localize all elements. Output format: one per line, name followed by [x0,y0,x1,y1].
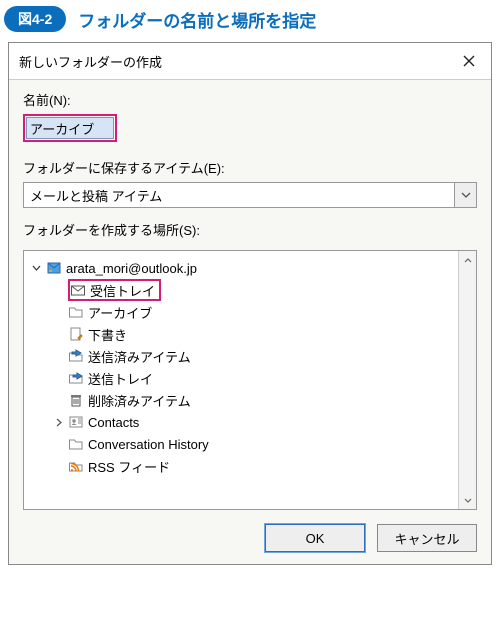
tree-item-highlight: 受信トレイ [68,279,161,301]
tree-item-label: 送信済みアイテム [88,347,191,366]
tree-item-label: Contacts [88,415,139,430]
name-input-highlight [23,114,117,142]
tree-item-label: 下書き [88,325,127,344]
tree-item-label: 送信トレイ [88,369,153,388]
name-label: 名前(N): [23,90,477,109]
scroll-up-icon[interactable] [461,253,475,267]
tree-item-label: RSS フィード [88,457,170,476]
tree-item[interactable]: 送信トレイ [28,367,454,389]
tree-item-label: 受信トレイ [90,281,155,300]
chevron-down-icon [461,192,471,198]
ok-button[interactable]: OK [265,524,365,552]
tree-root-label: arata_mori@outlook.jp [66,261,197,276]
scrollbar[interactable] [458,251,476,509]
dialog-titlebar: 新しいフォルダーの作成 [9,43,491,80]
scroll-down-icon[interactable] [461,493,475,507]
folder-tree-body[interactable]: arata_mori@outlook.jp 受信トレイアーカイブ下書き送信済みア… [24,251,458,509]
create-folder-dialog: 新しいフォルダーの作成 名前(N): フォルダーに保存するアイテム(E): メー… [8,42,492,565]
mailbox-icon [46,260,62,276]
tree-item[interactable]: アーカイブ [28,301,454,323]
tree-item-label: アーカイブ [88,303,152,322]
cancel-button[interactable]: キャンセル [377,524,477,552]
envelope-icon [70,282,86,298]
contains-dropdown-button[interactable] [455,182,477,208]
name-input[interactable] [26,117,114,139]
contains-label: フォルダーに保存するアイテム(E): [23,158,477,177]
rss-icon [68,458,84,474]
folder-icon [68,304,84,320]
cancel-button-label: キャンセル [394,529,459,548]
tree-item[interactable]: RSS フィード [28,455,454,477]
tree-item[interactable]: 下書き [28,323,454,345]
figure-header: 図4-2 フォルダーの名前と場所を指定 [0,0,500,42]
contains-value: メールと投稿 アイテム [30,186,162,205]
trash-icon [68,392,84,408]
tree-item[interactable]: 受信トレイ [28,279,454,301]
dialog-buttons: OK キャンセル [9,510,491,564]
draft-icon [68,326,84,342]
close-icon[interactable] [457,51,481,71]
location-section: フォルダーを作成する場所(S): [9,210,491,246]
figure-caption: フォルダーの名前と場所を指定 [78,7,316,32]
tree-root-row[interactable]: arata_mori@outlook.jp [28,257,454,279]
tree-item[interactable]: Conversation History [28,433,454,455]
ok-button-label: OK [306,531,325,546]
figure-badge: 図4-2 [4,6,66,32]
contains-section: フォルダーに保存するアイテム(E): メールと投稿 アイテム [9,148,491,210]
tree-item[interactable]: 送信済みアイテム [28,345,454,367]
chevron-down-icon[interactable] [30,264,42,273]
folder-icon [68,436,84,452]
location-label: フォルダーを作成する場所(S): [23,220,477,239]
sent-icon [68,348,84,364]
outbox-icon [68,370,84,386]
name-section: 名前(N): [9,80,491,148]
dialog-title: 新しいフォルダーの作成 [19,52,162,71]
tree-item-label: Conversation History [88,437,209,452]
chevron-right-icon[interactable] [52,418,64,427]
tree-item-label: 削除済みアイテム [88,391,191,410]
contacts-icon [68,414,84,430]
folder-tree: arata_mori@outlook.jp 受信トレイアーカイブ下書き送信済みア… [23,250,477,510]
tree-item[interactable]: 削除済みアイテム [28,389,454,411]
contains-select[interactable]: メールと投稿 アイテム [23,182,455,208]
tree-item[interactable]: Contacts [28,411,454,433]
